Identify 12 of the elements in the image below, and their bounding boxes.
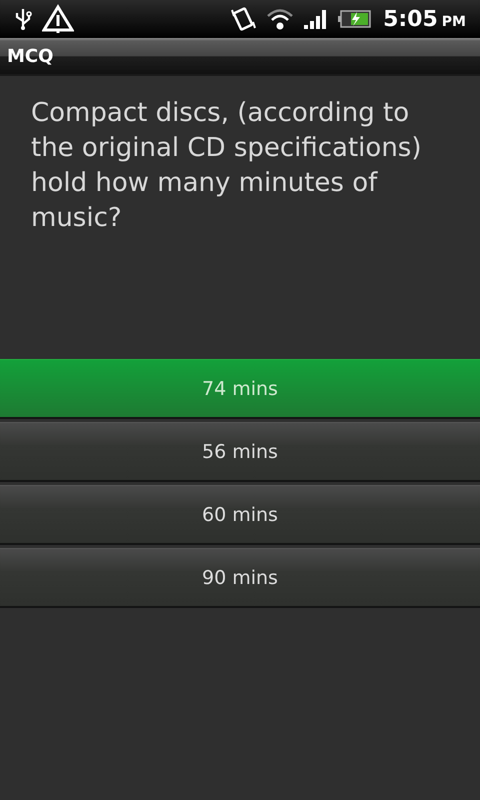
answer-button[interactable]: 90 mins bbox=[0, 548, 480, 608]
answer-button[interactable]: 56 mins bbox=[0, 422, 480, 482]
app-title: MCQ bbox=[7, 46, 54, 66]
battery-charging-icon bbox=[337, 9, 372, 29]
question-text: Compact discs, (according to the original CD specifications) hold how many minutes of music? bbox=[30, 97, 422, 235]
vibrate-icon bbox=[229, 6, 258, 32]
clock-time: 5:05 bbox=[383, 6, 438, 32]
warning-icon bbox=[42, 4, 74, 34]
clock-period: PM bbox=[442, 14, 466, 30]
answer-button[interactable]: 60 mins bbox=[0, 485, 480, 545]
usb-icon bbox=[14, 7, 32, 31]
wifi-icon bbox=[265, 7, 296, 31]
